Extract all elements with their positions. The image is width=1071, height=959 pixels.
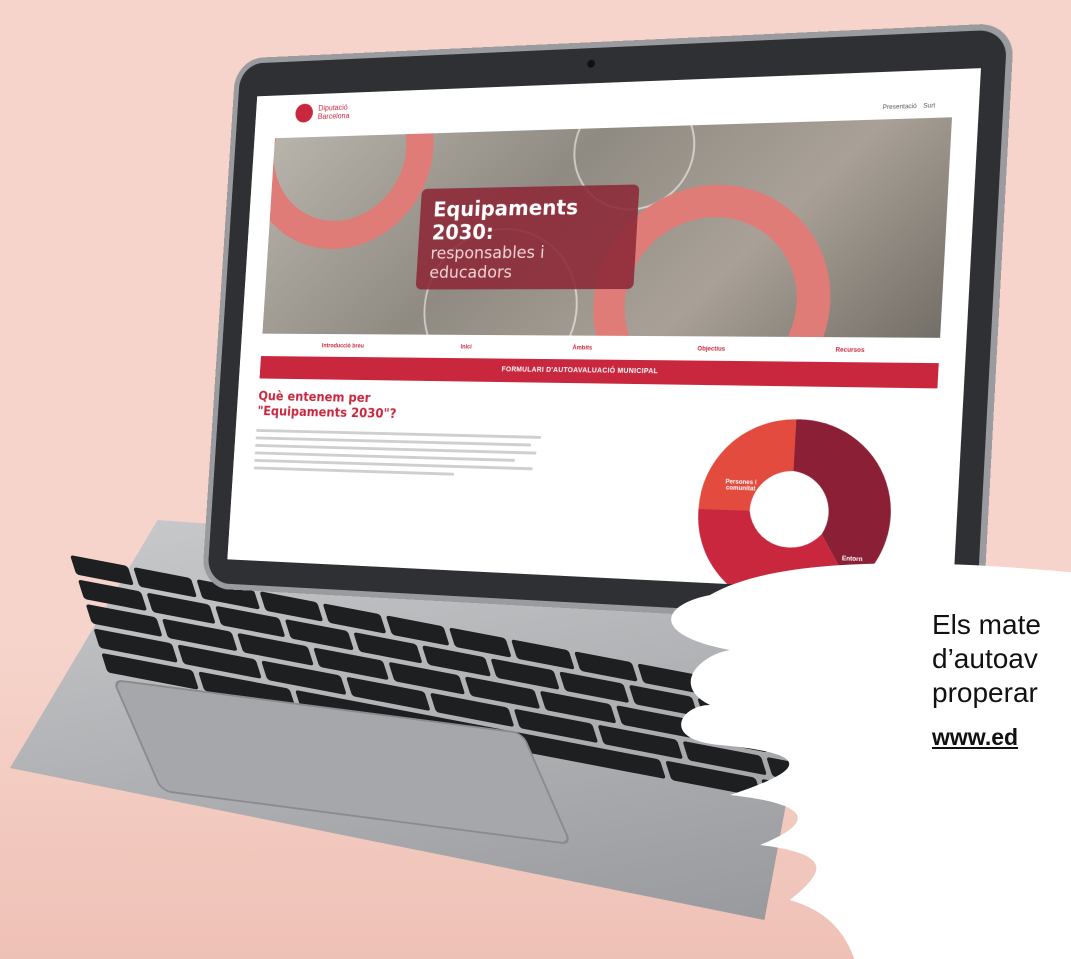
segment-label-persones: Persones i comunitat xyxy=(725,479,757,493)
hero-card: Equipaments 2030: responsables i educado… xyxy=(415,184,640,290)
text-line xyxy=(253,466,455,476)
section-tab-ambits[interactable]: Àmbits xyxy=(572,345,592,351)
camera-icon xyxy=(587,59,596,68)
body-text xyxy=(253,429,547,479)
logo[interactable]: Diputació Barcelona xyxy=(294,102,354,123)
hero-subtitle-line2: educadors xyxy=(428,262,513,283)
nav-link-surt[interactable]: Surt xyxy=(923,103,935,110)
nav-link-presentacio[interactable]: Presentació xyxy=(882,104,916,111)
segment-persones[interactable] xyxy=(698,417,797,513)
section-tab-objectius[interactable]: Objectius xyxy=(697,346,725,352)
content-section: Què entenem per "Equipaments 2030"? Pers… xyxy=(250,389,937,596)
hero-subtitle-line1: responsables i xyxy=(430,243,546,264)
top-nav: Presentació Surt xyxy=(882,103,935,111)
laptop-screen: Diputació Barcelona Presentació Surt Equ… xyxy=(207,29,1008,625)
section-tab-recursos[interactable]: Recursos xyxy=(835,348,864,354)
bubble-link[interactable]: www.ed xyxy=(932,724,1018,751)
bubble-line-2: d’autoav xyxy=(932,643,1038,674)
logo-text: Diputació Barcelona xyxy=(317,103,350,122)
website-view: Diputació Barcelona Presentació Surt Equ… xyxy=(227,68,981,596)
section-title: Què entenem per "Equipaments 2030"? xyxy=(256,389,397,422)
bubble-line-3: properar xyxy=(932,677,1038,708)
hero-banner: Equipaments 2030: responsables i educado… xyxy=(262,117,953,338)
scene: Diputació Barcelona Presentació Surt Equ… xyxy=(0,0,1071,959)
bubble-line-1: Els mate xyxy=(932,609,1041,640)
bubble-text: Els mate d’autoav properar xyxy=(932,608,1041,710)
section-tab-introduccio[interactable]: Introducció breu xyxy=(322,343,364,349)
logo-icon xyxy=(294,103,314,123)
hero-title: Equipaments 2030: xyxy=(431,195,579,245)
self-assessment-button[interactable]: FORMULARI D'AUTOAVALUACIÓ MUNICIPAL xyxy=(259,356,939,389)
section-tab-inici[interactable]: Inici xyxy=(460,345,472,351)
section-nav: Introducció breu Inici Àmbits Objectius … xyxy=(241,343,966,355)
hero-ring-top xyxy=(262,117,440,250)
